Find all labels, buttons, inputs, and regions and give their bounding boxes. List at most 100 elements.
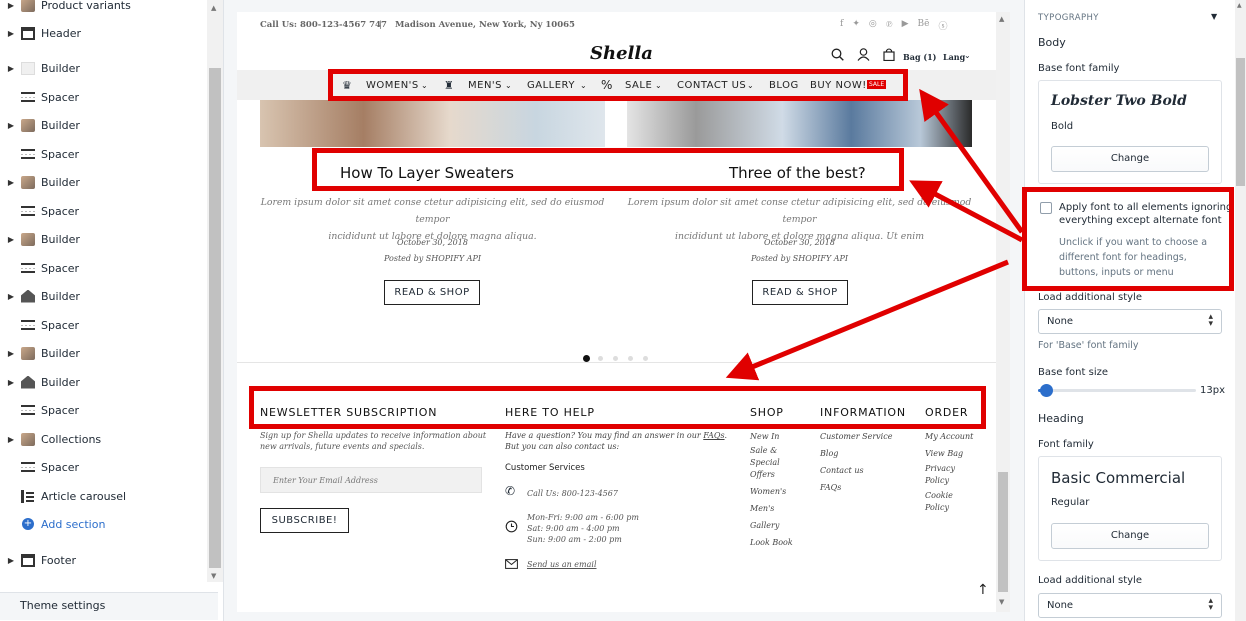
base-font-card: Lobster Two Bold Bold Change [1038,80,1222,184]
font-size-slider-track[interactable] [1038,384,1196,397]
base-font-family-label: Base font family [1038,63,1120,74]
sidebar-item-builder[interactable]: ▶ Builder [0,168,205,196]
footer-link[interactable]: Cookie [925,490,953,501]
article-image[interactable] [627,100,972,147]
sidebar-item-spacer[interactable]: Spacer [0,396,205,424]
sidebar-item-spacer[interactable]: Spacer [0,311,205,339]
caret-down-icon[interactable]: ▼ [1211,12,1217,21]
caret-right-icon: ▶ [7,555,15,565]
footer-link[interactable]: Customer Service [820,431,892,442]
carousel-dot[interactable] [628,356,633,361]
subscribe-button[interactable]: SUBSCRIBE! [260,508,349,533]
sidebar-item-builder[interactable]: ▶ Builder [0,368,205,396]
behance-icon[interactable]: Bē [918,19,930,32]
pinterest-icon[interactable]: ℗ [886,19,893,32]
scroll-up-icon[interactable]: ▲ [1237,2,1242,9]
footer-link[interactable]: Gallery [750,520,779,531]
text-line: new arrivals, future events and specials… [260,442,425,451]
footer-link[interactable]: New In [750,431,779,442]
sidebar-item-builder[interactable]: ▶ Builder [0,339,205,367]
sidebar-item-spacer[interactable]: Spacer [0,140,205,168]
scroll-up-icon[interactable]: ▲ [211,4,216,12]
sidebar-item-spacer[interactable]: Spacer [0,254,205,282]
newsletter-text: Sign up for Shella updates to receive in… [260,430,486,452]
footer-link[interactable]: Contact us [820,465,864,476]
read-shop-button[interactable]: READ & SHOP [384,280,480,305]
back-to-top-icon[interactable]: ↑ [977,582,989,598]
sections-sidebar: ▶ Product variants ▶ Header ▶ Builder Spacer ▶ B… [0,0,224,621]
sidebar-item-builder[interactable]: ▶ Builder [0,54,205,82]
footer-link[interactable]: View Bag [925,448,963,459]
image-thumb-icon [21,346,35,360]
scroll-down-icon[interactable]: ▼ [999,598,1004,606]
lang-select[interactable]: Lang [943,52,965,62]
bag-count[interactable]: Bag (1) [903,52,936,62]
sidebar-item-product-variants[interactable]: ▶ Product variants [0,0,205,19]
customer-services: Customer Services [505,463,585,473]
sidebar-item-builder[interactable]: ▶ Builder [0,111,205,139]
user-icon[interactable] [857,48,870,61]
sidebar-item-article-carousel[interactable]: Article carousel [0,482,205,510]
help-text-line: But you can also contact us: [505,442,620,451]
help-text: Have a question? You may find an answer … [505,430,727,452]
twitter-icon[interactable]: ✦ [852,19,860,32]
footer-link[interactable]: Sale & [750,445,777,456]
sidebar-item-label: Builder [41,375,80,389]
article-icon [21,489,35,503]
footer-link[interactable]: FAQs [820,482,841,493]
sidebar-item-footer[interactable]: ▶ Footer [0,546,205,574]
store-logo[interactable]: Shella [590,43,653,64]
change-font-button[interactable]: Change [1051,146,1209,172]
sidebar-item-builder[interactable]: ▶ Builder [0,282,205,310]
carousel-dot[interactable] [598,356,603,361]
scroll-down-icon[interactable]: ▼ [211,572,216,580]
sidebar-item-spacer[interactable]: Spacer [0,453,205,481]
add-section-button[interactable]: + Add section [0,510,205,538]
footer-link[interactable]: Look Book [750,537,793,548]
sidebar-scrollbar[interactable]: ▲ ▼ [207,0,223,582]
scroll-thumb[interactable] [1236,58,1245,186]
settings-scrollbar[interactable]: ▲ [1235,0,1246,621]
carousel-dot[interactable] [583,355,590,362]
skype-icon[interactable]: ⓢ [938,19,947,32]
sidebar-item-collections[interactable]: ▶ Collections [0,425,205,453]
sidebar-item-spacer[interactable]: Spacer [0,197,205,225]
search-icon[interactable] [831,48,844,61]
bag-icon[interactable] [883,48,895,61]
sidebar-item-header[interactable]: ▶ Header [0,19,205,47]
footer-link[interactable]: Policy [925,502,949,513]
font-size-slider-handle[interactable] [1039,384,1053,397]
help-text-post: . [724,431,728,440]
youtube-icon[interactable]: ▶ [902,19,909,32]
footer-link[interactable]: Women's [750,486,786,497]
carousel-dot[interactable] [613,356,618,361]
footer-link[interactable]: Offers [750,469,775,480]
facebook-icon[interactable]: f [840,19,843,32]
email-input[interactable]: Enter Your Email Address [260,467,482,493]
image-thumb-icon [21,232,35,246]
footer-link[interactable]: Blog [820,448,838,459]
change-heading-font-button[interactable]: Change [1051,523,1209,549]
scroll-up-icon[interactable]: ▲ [999,15,1004,23]
preview-scrollbar[interactable]: ▲ ▼ [996,12,1010,612]
footer-link[interactable]: Policy [925,475,949,486]
sidebar-item-builder[interactable]: ▶ Builder [0,225,205,253]
theme-settings-tab[interactable]: Theme settings [0,592,218,620]
sidebar-item-spacer[interactable]: Spacer [0,83,205,111]
footer-link[interactable]: Men's [750,503,774,514]
footer-link[interactable]: My Account [925,431,973,442]
read-shop-button[interactable]: READ & SHOP [752,280,848,305]
scroll-thumb[interactable] [209,68,221,568]
footer-link[interactable]: Privacy [925,463,955,474]
email-link[interactable]: Send us an email [527,559,597,570]
faqs-link[interactable]: FAQs [703,431,724,440]
additional-style-select[interactable]: None ▴ ▾ [1038,309,1222,334]
carousel-dot[interactable] [643,356,648,361]
footer-link[interactable]: Special [750,457,780,468]
preview-frame: Call Us: 800-123-4567 747 | Madison Aven… [237,12,996,612]
instagram-icon[interactable]: ◎ [869,19,877,32]
heading-style-select[interactable]: None ▴ ▾ [1038,593,1222,618]
article-image[interactable] [260,100,605,147]
section-heading[interactable]: TYPOGRAPHY [1038,13,1099,23]
scroll-thumb[interactable] [998,472,1008,592]
